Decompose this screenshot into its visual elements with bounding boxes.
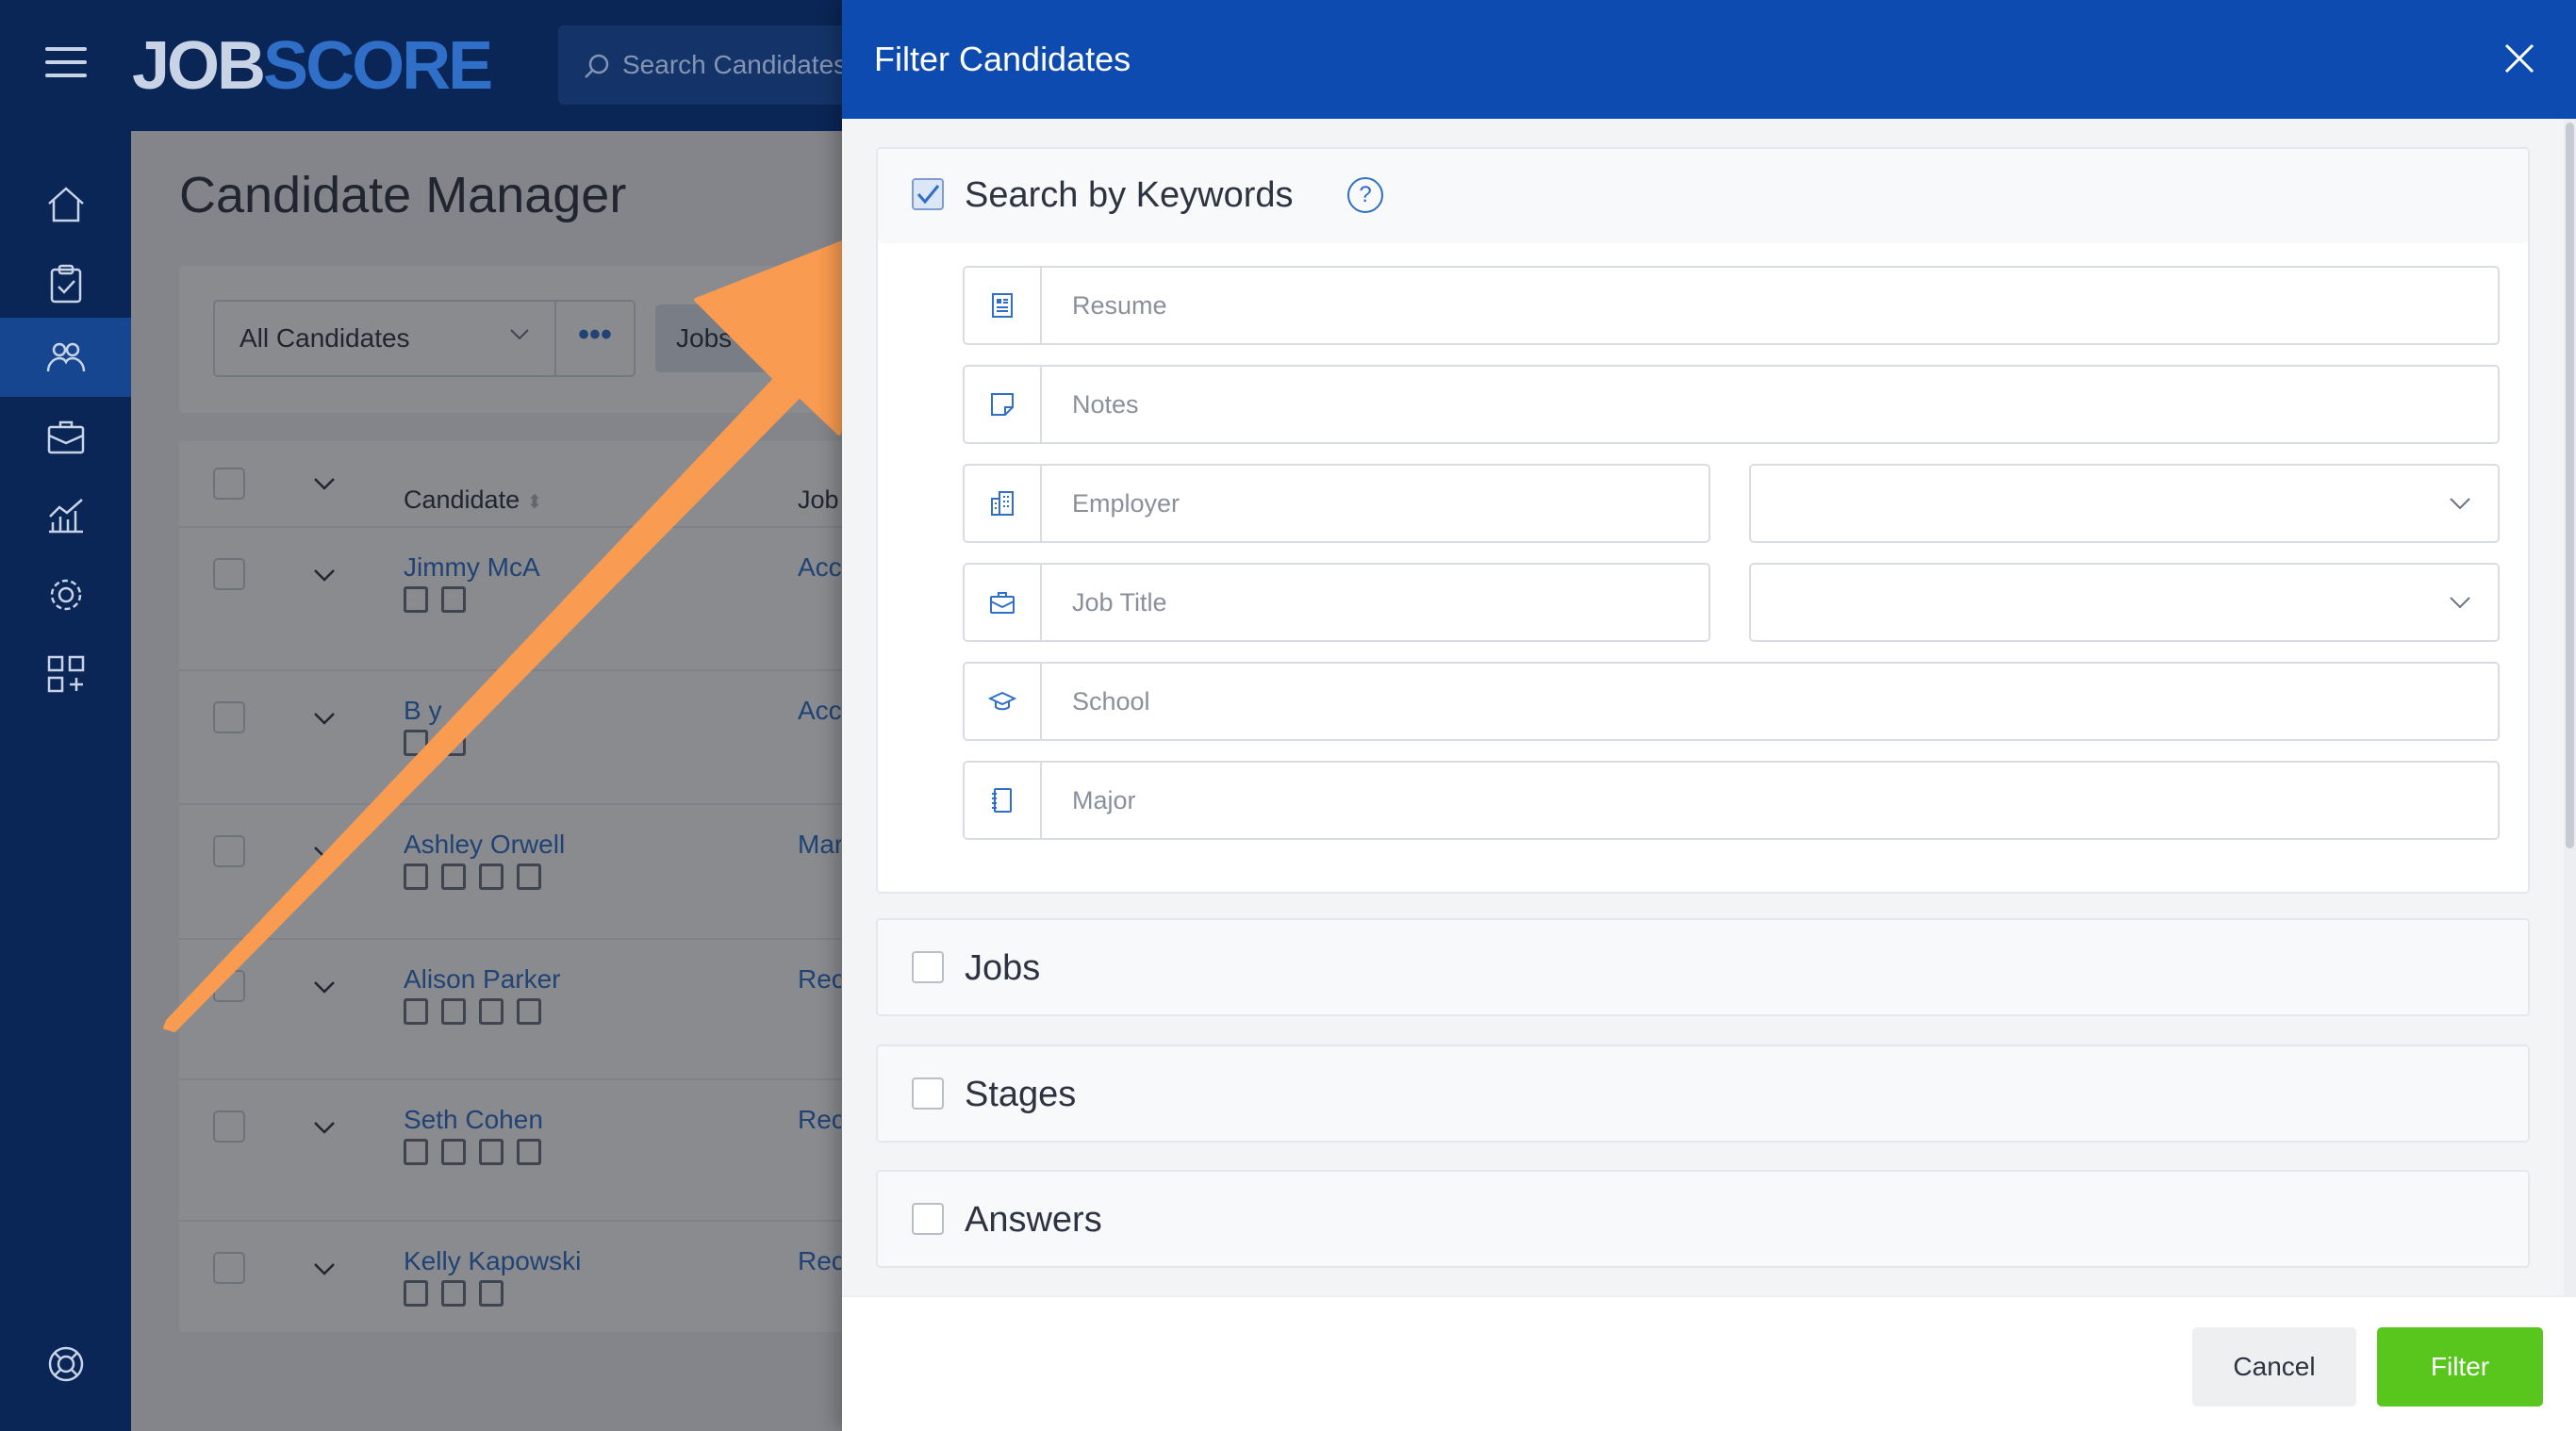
candidates-icon: [46, 342, 85, 372]
jobs-label: Jobs: [965, 948, 1041, 988]
notes-icon: [965, 367, 1042, 442]
graduation-cap-icon: [965, 664, 1042, 739]
nav-analytics[interactable]: [0, 476, 131, 555]
briefcase-icon: [47, 420, 84, 454]
filter-candidates-panel: Filter Candidates Search by Keywords ? R…: [842, 0, 2576, 1431]
employer-field: [963, 464, 1710, 543]
scrollbar-thumb[interactable]: [2566, 123, 2574, 848]
modal-header: Filter Candidates: [842, 0, 2576, 119]
analytics-icon: [48, 499, 83, 534]
left-nav: [0, 131, 131, 1431]
apps-icon: [47, 655, 84, 693]
notes-field: [963, 365, 2500, 444]
school-field: [963, 662, 2500, 741]
nav-apps[interactable]: [0, 634, 131, 714]
home-icon: [47, 187, 84, 222]
lifebuoy-icon: [48, 1346, 83, 1382]
job-title-input[interactable]: [1044, 565, 1703, 640]
keywords-checkbox[interactable]: [912, 178, 944, 210]
jobs-section: Jobs: [876, 918, 2530, 1016]
chevron-down-icon: [2450, 498, 2470, 510]
keywords-section-header: Search by Keywords ?: [878, 149, 2528, 243]
major-field: [963, 761, 2500, 840]
keywords-section: Search by Keywords ?: [876, 147, 2530, 894]
search-icon: [585, 54, 609, 78]
employer-input[interactable]: [1044, 466, 1703, 541]
notes-input[interactable]: [1044, 367, 2492, 442]
jobs-section-header[interactable]: Jobs: [878, 920, 2528, 1014]
help-icon[interactable]: ?: [1347, 177, 1383, 213]
hamburger-menu-icon[interactable]: [45, 47, 87, 77]
chevron-down-icon: [2450, 597, 2470, 609]
search-placeholder: Search Candidates: [622, 50, 848, 79]
school-input[interactable]: [1044, 664, 2492, 739]
resume-icon: [965, 268, 1042, 343]
modal-title: Filter Candidates: [874, 40, 1131, 78]
answers-label: Answers: [965, 1200, 1102, 1240]
modal-scrollbar[interactable]: [2564, 119, 2576, 1295]
briefcase-icon: [965, 565, 1042, 640]
jobs-checkbox[interactable]: [912, 951, 944, 983]
stages-section: Stages: [876, 1044, 2530, 1143]
notebook-icon: [965, 763, 1042, 838]
modal-body: Search by Keywords ? Resume Notes Employ…: [842, 119, 2576, 1295]
nav-help[interactable]: [0, 1324, 131, 1404]
employer-scope-dropdown[interactable]: [1749, 464, 2500, 543]
nav-tasks[interactable]: [0, 244, 131, 323]
nav-jobs[interactable]: [0, 397, 131, 476]
stages-section-header[interactable]: Stages: [878, 1046, 2528, 1141]
modal-backdrop[interactable]: [131, 131, 842, 1431]
checkmark-icon: [916, 185, 940, 205]
logo-text-score: SCORE: [263, 28, 493, 104]
answers-section: Answers: [876, 1170, 2530, 1268]
job-title-field: [963, 563, 1710, 642]
building-icon: [965, 466, 1042, 541]
logo-text-job: JOB: [132, 28, 266, 104]
keywords-label: Search by Keywords: [965, 175, 1294, 215]
nav-candidates[interactable]: [0, 318, 131, 397]
modal-footer: Cancel Filter: [842, 1295, 2576, 1431]
stages-label: Stages: [965, 1075, 1077, 1114]
cancel-button[interactable]: Cancel: [2192, 1327, 2356, 1406]
filter-button[interactable]: Filter: [2377, 1327, 2543, 1406]
nav-settings[interactable]: [0, 555, 131, 634]
answers-section-header[interactable]: Answers: [878, 1172, 2528, 1266]
stages-checkbox[interactable]: [912, 1077, 944, 1110]
resume-input[interactable]: [1044, 268, 2492, 343]
resume-field: [963, 266, 2500, 345]
major-input[interactable]: [1044, 763, 2492, 838]
close-icon[interactable]: [2501, 40, 2538, 77]
settings-icon: [50, 579, 81, 611]
answers-checkbox[interactable]: [912, 1203, 944, 1235]
clipboard-icon: [50, 264, 81, 304]
jobscore-logo[interactable]: JOBSCORE: [132, 28, 493, 104]
nav-home[interactable]: [0, 165, 131, 244]
job-title-scope-dropdown[interactable]: [1749, 563, 2500, 642]
